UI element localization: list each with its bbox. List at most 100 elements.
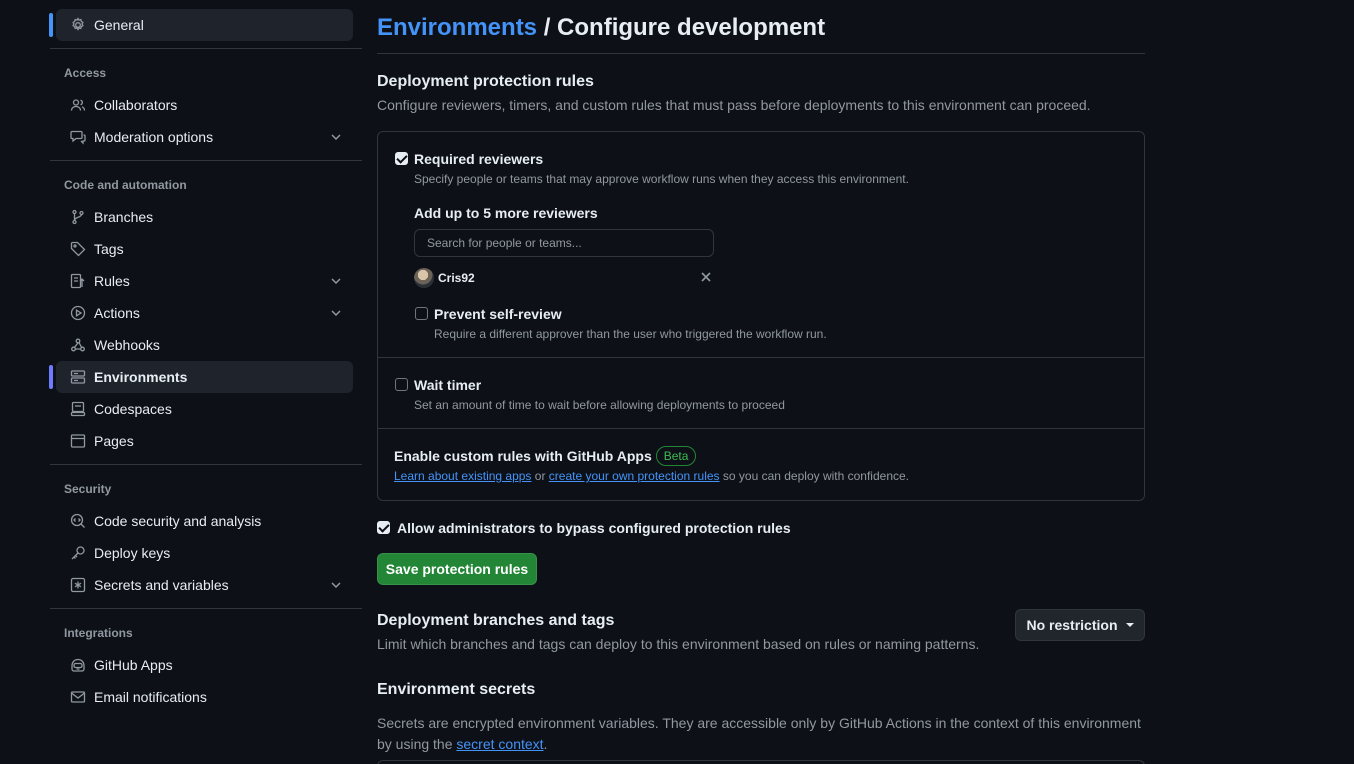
key-icon — [70, 545, 86, 561]
secret-context-link[interactable]: secret context — [456, 736, 543, 752]
protection-section-description: Configure reviewers, timers, and custom … — [377, 97, 1091, 113]
sidebar-item-label: Codespaces — [94, 401, 172, 417]
required-reviewers-label: Required reviewers — [414, 151, 544, 167]
chevron-down-icon — [329, 130, 343, 144]
learn-existing-apps-link[interactable]: Learn about existing apps — [394, 469, 531, 483]
secrets-table-top — [377, 760, 1145, 764]
sidebar-item-webhooks[interactable]: Webhooks — [56, 329, 353, 361]
add-reviewers-label: Add up to 5 more reviewers — [414, 205, 598, 221]
remove-reviewer-icon[interactable] — [699, 270, 713, 284]
copilot-icon — [70, 657, 86, 673]
caret-down-icon — [1125, 623, 1134, 627]
people-icon — [70, 97, 86, 113]
comment-report-icon — [70, 129, 86, 145]
create-protection-rules-link[interactable]: create your own protection rules — [549, 469, 720, 483]
divider — [378, 357, 1144, 358]
allow-admin-bypass-checkbox[interactable] — [377, 521, 390, 534]
sidebar-item-label: Email notifications — [94, 689, 207, 705]
secrets-description-suffix: . — [543, 736, 548, 752]
section-heading-security: Security — [64, 482, 112, 496]
divider — [50, 160, 362, 161]
wait-timer-label: Wait timer — [414, 377, 482, 393]
wait-timer-checkbox[interactable] — [395, 378, 408, 391]
asterisk-icon — [70, 577, 86, 593]
sidebar-item-pages[interactable]: Pages — [56, 425, 353, 457]
sidebar-item-email-notifications[interactable]: Email notifications — [56, 681, 353, 713]
secrets-section-description: Secrets are encrypted environment variab… — [377, 713, 1145, 755]
codespaces-icon — [70, 401, 86, 417]
sidebar-item-actions[interactable]: Actions — [56, 297, 353, 329]
sidebar-item-environments[interactable]: Environments — [49, 361, 353, 393]
sidebar-item-label: Pages — [94, 433, 134, 449]
divider — [50, 464, 362, 465]
prevent-self-review-label: Prevent self-review — [434, 306, 562, 322]
required-reviewers-checkbox[interactable] — [395, 152, 408, 165]
main-content: Environments / Configure development Dep… — [377, 0, 1145, 764]
webhook-icon — [70, 337, 86, 353]
sidebar-item-secrets[interactable]: Secrets and variables — [56, 569, 353, 601]
sidebar-item-label: Branches — [94, 209, 154, 225]
or-text: or — [531, 469, 549, 483]
mail-icon — [70, 689, 86, 705]
sidebar-item-label: Actions — [94, 305, 140, 321]
divider — [50, 48, 362, 49]
sidebar-item-label: Environments — [94, 369, 188, 385]
chevron-down-icon — [329, 578, 343, 592]
branches-section-title: Deployment branches and tags — [377, 612, 615, 629]
sidebar-item-label: Code security and analysis — [94, 513, 262, 529]
beta-badge: Beta — [655, 446, 697, 466]
sidebar-item-deploy-keys[interactable]: Deploy keys — [56, 537, 353, 569]
sidebar-item-label: Secrets and variables — [94, 577, 229, 593]
avatar — [414, 268, 434, 288]
confidence-text: so you can deploy with confidence. — [719, 469, 909, 483]
sidebar-item-moderation[interactable]: Moderation options — [56, 121, 353, 153]
chevron-down-icon — [329, 274, 343, 288]
page-title: Environments / Configure development — [377, 0, 1145, 54]
play-circle-icon — [70, 305, 86, 321]
reviewer-name[interactable]: Cris92 — [438, 271, 475, 285]
sidebar-item-label: Rules — [94, 273, 130, 289]
custom-rules-description: Learn about existing apps or create your… — [394, 469, 909, 483]
dropdown-value: No restriction — [1026, 617, 1118, 633]
sidebar-item-codespaces[interactable]: Codespaces — [56, 393, 353, 425]
secrets-description-prefix: by using the — [377, 736, 457, 752]
breadcrumb-separator: / — [537, 14, 558, 41]
divider — [50, 608, 362, 609]
sidebar-item-general[interactable]: General — [49, 9, 353, 41]
branch-restriction-dropdown[interactable]: No restriction — [1015, 609, 1145, 641]
gear-icon — [70, 17, 86, 33]
breadcrumb-environments[interactable]: Environments — [377, 14, 537, 41]
sidebar-item-collaborators[interactable]: Collaborators — [56, 89, 353, 121]
reviewer-search-input[interactable] — [414, 229, 714, 257]
branches-section-description: Limit which branches and tags can deploy… — [377, 636, 980, 652]
sidebar-item-branches[interactable]: Branches — [56, 201, 353, 233]
sidebar-item-code-security[interactable]: Code security and analysis — [56, 505, 353, 537]
sidebar-item-label: GitHub Apps — [94, 657, 173, 673]
chevron-down-icon — [329, 306, 343, 320]
prevent-self-review-checkbox[interactable] — [415, 307, 428, 320]
required-reviewers-description: Specify people or teams that may approve… — [414, 172, 909, 186]
browser-icon — [70, 433, 86, 449]
wait-timer-description: Set an amount of time to wait before all… — [414, 398, 785, 412]
sidebar-item-tags[interactable]: Tags — [56, 233, 353, 265]
sidebar-item-label: Webhooks — [94, 337, 160, 353]
sidebar-item-label: General — [94, 17, 144, 33]
sidebar-item-rules[interactable]: Rules — [56, 265, 353, 297]
sidebar-item-label: Deploy keys — [94, 545, 171, 561]
save-protection-rules-button[interactable]: Save protection rules — [377, 553, 537, 585]
section-heading-code: Code and automation — [64, 178, 187, 192]
secrets-section-title: Environment secrets — [377, 681, 536, 698]
codescan-icon — [70, 513, 86, 529]
section-heading-integrations: Integrations — [64, 626, 133, 640]
secrets-description-line1: Secrets are encrypted environment variab… — [377, 715, 1141, 731]
tag-icon — [70, 241, 86, 257]
protection-rules-box: Required reviewers Specify people or tea… — [377, 131, 1145, 501]
sidebar-item-label: Tags — [94, 241, 124, 257]
prevent-self-review-description: Require a different approver than the us… — [434, 327, 827, 341]
sidebar-item-github-apps[interactable]: GitHub Apps — [56, 649, 353, 681]
secrets-description-line2: by using the secret context. — [377, 734, 1145, 755]
server-icon — [70, 369, 86, 385]
custom-rules-heading: Enable custom rules with GitHub Apps Bet… — [394, 446, 697, 466]
sidebar-item-label: Moderation options — [94, 129, 214, 145]
divider — [378, 428, 1144, 429]
